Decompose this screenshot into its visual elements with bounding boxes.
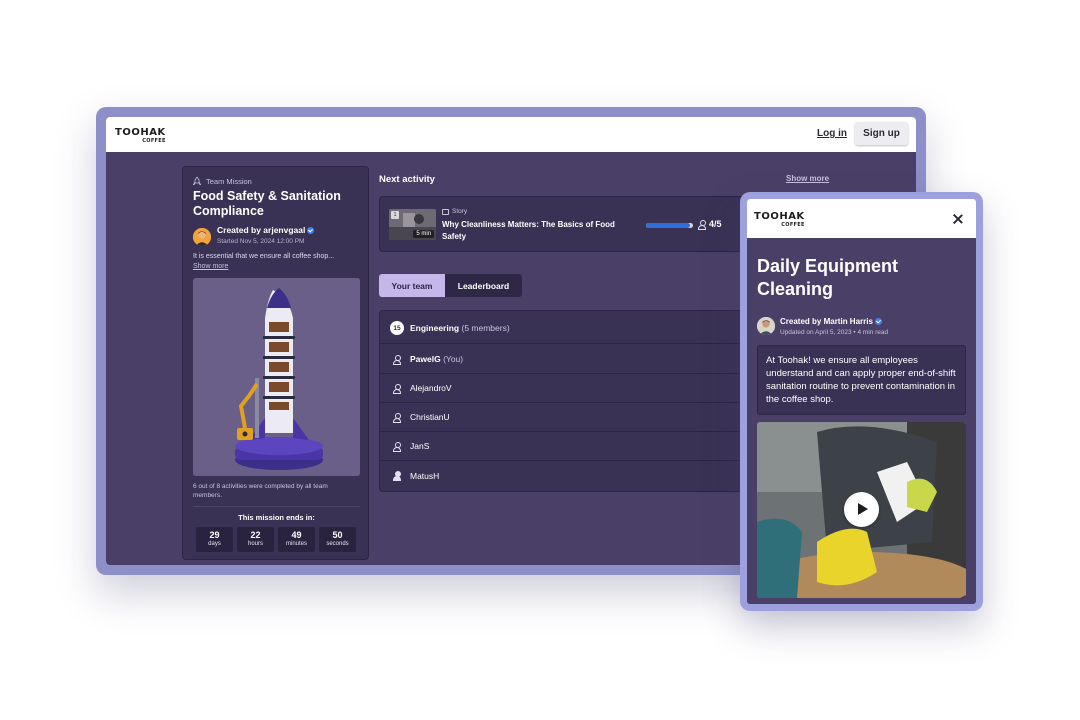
user-icon <box>393 441 401 452</box>
mission-description: It is essential that we ensure all coffe… <box>193 253 335 260</box>
verified-icon <box>874 318 882 326</box>
activities-show-more[interactable]: Show more <box>786 174 829 183</box>
countdown-value: 50 <box>332 530 343 540</box>
countdown-seconds: 50 seconds <box>319 527 356 552</box>
mission-illustration <box>193 278 360 476</box>
countdown-minutes: 49 minutes <box>278 527 315 552</box>
countdown-days: 29 days <box>196 527 233 552</box>
video-player[interactable] <box>757 422 966 598</box>
member-row[interactable]: MatusH <box>380 461 748 490</box>
activity-participants: 4/5 <box>698 219 722 230</box>
member-row[interactable]: AlejandroV <box>380 374 748 403</box>
mission-label: Team Mission <box>193 177 252 186</box>
creator-name: arjenvgaal <box>263 225 306 235</box>
verified-icon <box>307 227 315 235</box>
member-name: ChristianU <box>410 412 450 422</box>
countdown-unit: hours <box>247 541 263 547</box>
activity-progress-bar <box>646 223 693 228</box>
activity-progress-fill <box>646 223 690 228</box>
user-icon <box>393 354 401 365</box>
mission-progress-text: 6 out of 8 activities were completed by … <box>193 483 328 499</box>
mobile-updated: Updated on April 5, 2023 • 4 min read <box>780 329 889 336</box>
logo-subtext: COFFEE <box>142 138 166 144</box>
team-count-badge: 15 <box>390 321 404 335</box>
user-icon <box>393 412 401 423</box>
rocket-icon <box>193 177 201 186</box>
user-icon <box>393 383 401 394</box>
mobile-creator[interactable]: Created by Martin Harris <box>780 317 882 326</box>
mobile-app: TOOHAK COFFEE Daily Equipment Cleaning C… <box>747 199 976 604</box>
activity-card[interactable]: 1 5 min Story Why Cleanliness Matters: T… <box>379 196 749 252</box>
logo-text: TOOHAK <box>115 127 166 138</box>
mission-creator[interactable]: Created by arjenvgaal <box>217 225 315 235</box>
countdown-value: 22 <box>250 530 261 540</box>
avatar <box>757 317 775 335</box>
mobile-header: TOOHAK COFFEE <box>747 199 976 238</box>
member-row[interactable]: JanS <box>380 432 748 461</box>
team-header: 15 Engineering (5 members) <box>380 311 748 344</box>
countdown: This mission ends in: 29 days 22 hours 4… <box>193 506 360 555</box>
team-card: 15 Engineering (5 members) PawelG (You) … <box>379 310 749 492</box>
play-icon[interactable] <box>844 492 879 527</box>
member-row[interactable]: PawelG (You) <box>380 345 748 374</box>
close-icon[interactable] <box>953 214 963 224</box>
activity-title[interactable]: Why Cleanliness Matters: The Basics of F… <box>442 219 632 243</box>
tab-leaderboard[interactable]: Leaderboard <box>445 274 522 297</box>
team-name-text: Engineering <box>410 323 460 333</box>
mission-started: Started Nov 5, 2024 12:00 PM <box>217 238 305 245</box>
mobile-title: Daily Equipment Cleaning <box>757 256 899 299</box>
countdown-value: 49 <box>291 530 302 540</box>
member-name: MatusH <box>410 470 440 481</box>
avatar <box>193 228 211 246</box>
mobile-frame: TOOHAK COFFEE Daily Equipment Cleaning C… <box>740 192 983 611</box>
creator-prefix: Created by <box>780 317 824 326</box>
activity-type: Story <box>442 208 467 215</box>
story-icon <box>442 208 449 215</box>
you-tag: (You) <box>443 354 464 364</box>
member-name: JanS <box>410 441 430 451</box>
mission-card: Team Mission Food Safety & Sanitation Co… <box>182 166 369 560</box>
logo-subtext: COFFEE <box>781 222 805 228</box>
team-name: Engineering (5 members) <box>410 323 510 333</box>
participants-count: 4/5 <box>709 219 722 229</box>
logo-text: TOOHAK <box>754 211 805 222</box>
member-name: AlejandroV <box>410 383 452 393</box>
brand-logo[interactable]: TOOHAK COFFEE <box>115 128 166 145</box>
mission-show-more[interactable]: Show more <box>193 263 228 270</box>
login-link[interactable]: Log in <box>817 128 847 139</box>
countdown-unit: days <box>208 541 221 547</box>
countdown-value: 29 <box>209 530 220 540</box>
next-activity-heading: Next activity <box>379 174 435 185</box>
countdown-unit: minutes <box>285 541 307 547</box>
team-members-count: (5 members) <box>461 323 510 333</box>
mission-title: Food Safety & Sanitation Compliance <box>193 189 341 218</box>
countdown-unit: seconds <box>326 541 349 547</box>
member-row[interactable]: ChristianU <box>380 403 748 432</box>
user-icon <box>698 219 706 230</box>
member-name: PawelG <box>410 354 441 364</box>
countdown-hours: 22 hours <box>237 527 274 552</box>
brand-logo[interactable]: TOOHAK COFFEE <box>754 212 805 229</box>
tab-your-team[interactable]: Your team <box>379 274 445 297</box>
mobile-description: At Toohak! we ensure all employees under… <box>757 345 966 415</box>
thumbnail-badge: 1 <box>391 211 399 219</box>
mission-label-text: Team Mission <box>206 177 252 186</box>
activity-thumbnail[interactable]: 1 5 min <box>389 209 436 240</box>
creator-name: Martin Harris <box>823 317 873 326</box>
creator-prefix: Created by <box>217 225 264 235</box>
activity-duration: 5 min <box>413 230 434 238</box>
countdown-title: This mission ends in: <box>238 513 315 522</box>
signup-button[interactable]: Sign up <box>855 122 908 145</box>
activity-type-label: Story <box>452 208 468 215</box>
top-header: TOOHAK COFFEE Log in Sign up <box>106 117 916 152</box>
user-icon <box>393 471 401 481</box>
